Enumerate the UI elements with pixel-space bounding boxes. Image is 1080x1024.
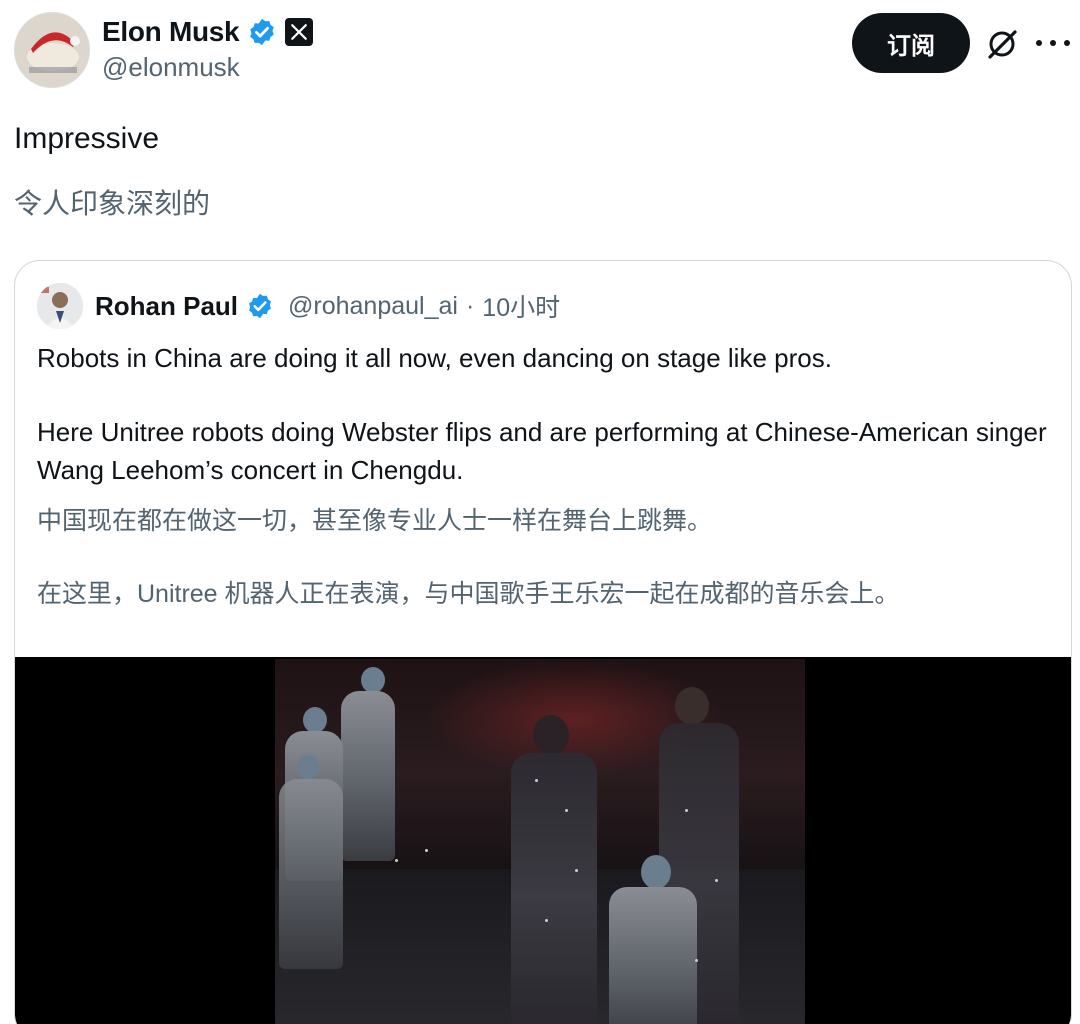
quote-paragraph: Robots in China are doing it all now, ev… — [37, 343, 832, 373]
quote-author-name[interactable]: Rohan Paul — [95, 291, 238, 322]
quote-translation: 中国现在都在做这一切，甚至像专业人士一样在舞台上跳舞。 — [37, 507, 713, 535]
verified-badge-icon — [249, 293, 271, 319]
video-thumbnail — [275, 659, 805, 1024]
avatar-image — [37, 283, 83, 329]
quote-translation: 在这里，Unitree 机器人正在表演，与中国歌手王乐宏一起在成都的音乐会上。 — [37, 580, 900, 608]
quote-separator: · — [465, 291, 475, 320]
tweet-translation: 令人印象深刻的 — [14, 188, 211, 219]
tweet-header: Elon Musk @elonmusk 订阅 — [0, 0, 1080, 100]
author-avatar[interactable] — [14, 12, 90, 88]
more-options-icon[interactable] — [1036, 30, 1070, 56]
quote-header: Rohan Paul @rohanpaul_ai · 10小时 — [37, 283, 560, 329]
author-handle[interactable]: @elonmusk — [102, 52, 240, 83]
author-name-row: Elon Musk — [102, 14, 314, 50]
quoted-tweet-card[interactable]: Rohan Paul @rohanpaul_ai · 10小时 Robots i… — [14, 260, 1072, 1024]
author-display-name[interactable]: Elon Musk — [102, 16, 240, 48]
x-logo-icon — [285, 18, 314, 46]
quote-author-avatar[interactable] — [37, 283, 83, 329]
quote-author-handle[interactable]: @rohanpaul_ai — [288, 292, 458, 321]
quote-timestamp[interactable]: 10小时 — [482, 288, 560, 324]
subscribe-button[interactable]: 订阅 — [852, 13, 970, 73]
tweet-text: Impressive — [14, 122, 160, 155]
video-player[interactable] — [15, 657, 1071, 1024]
verified-badge-icon — [250, 18, 275, 46]
quote-paragraph: Here Unitree robots doing Webster flips … — [37, 417, 1047, 485]
avatar-image — [15, 13, 89, 87]
grok-icon[interactable] — [984, 26, 1020, 62]
